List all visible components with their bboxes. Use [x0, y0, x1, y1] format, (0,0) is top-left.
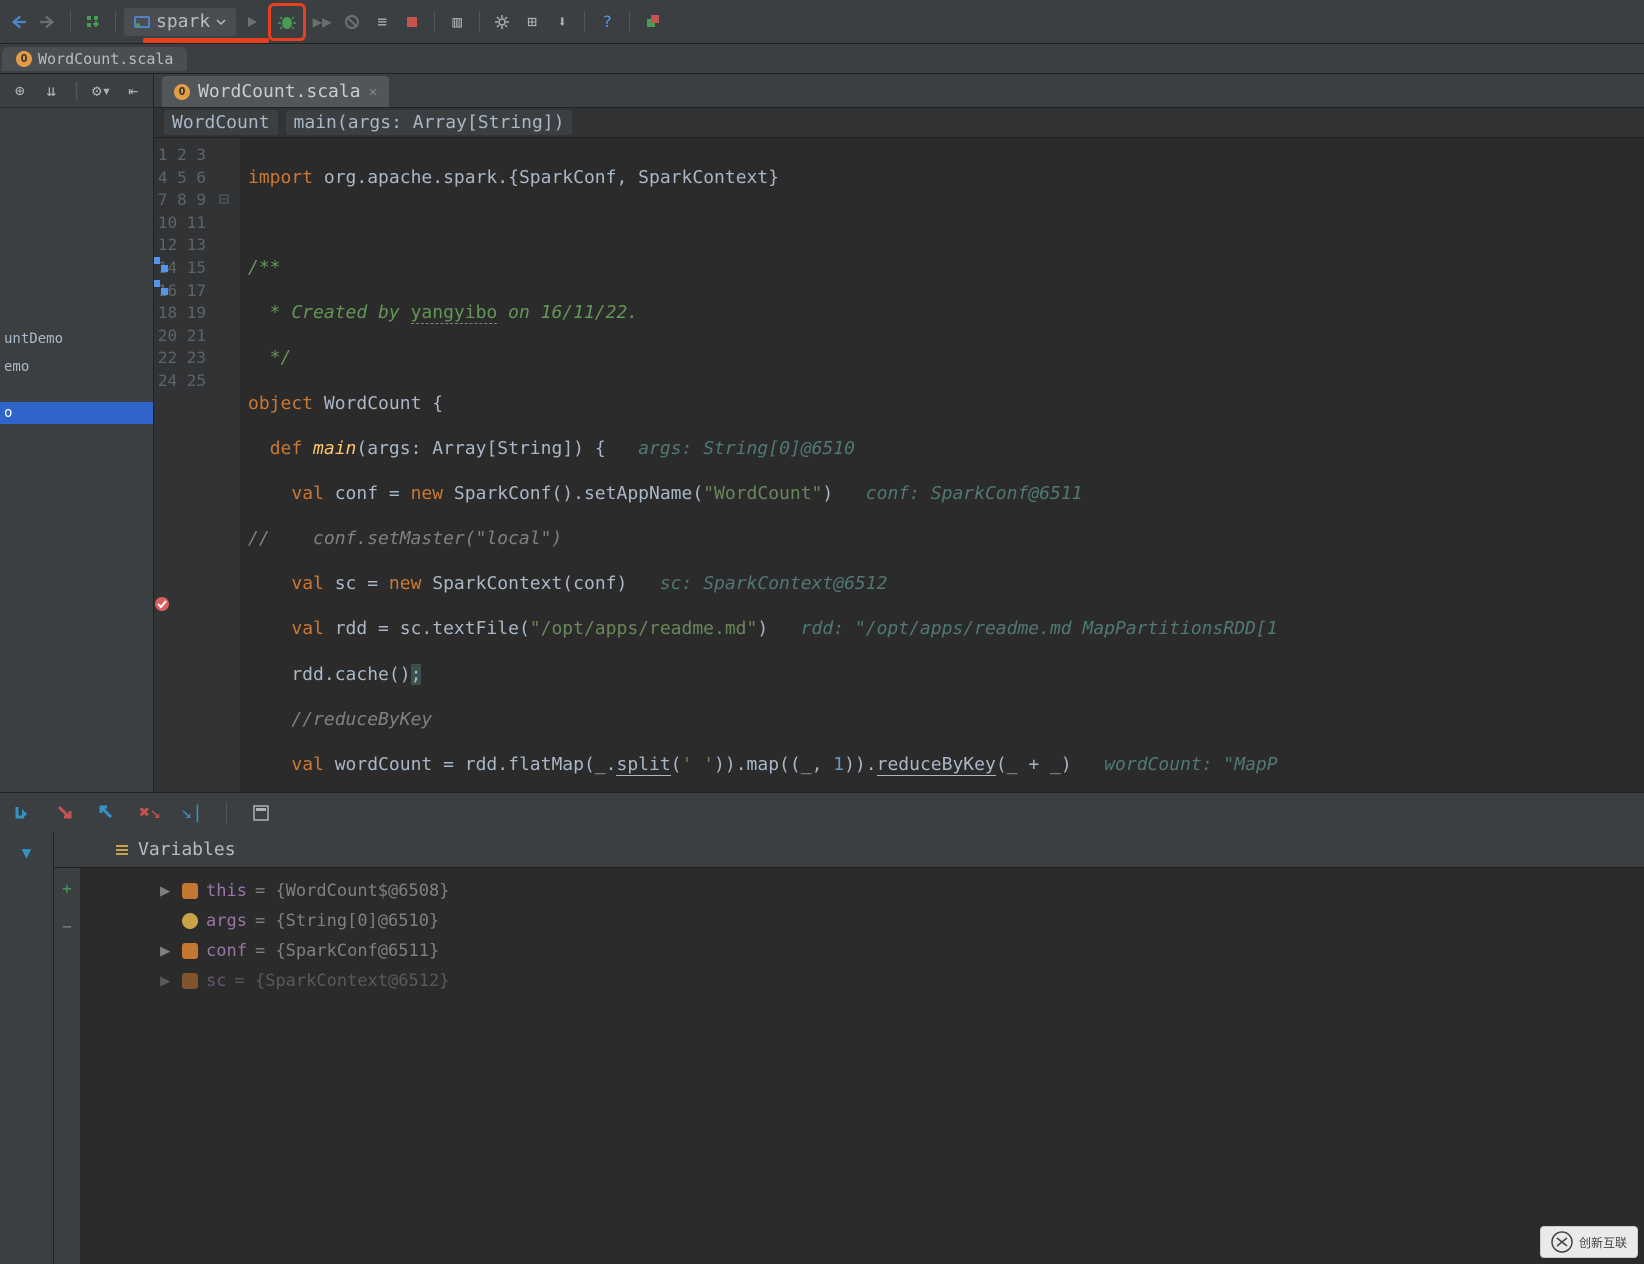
variables-header[interactable]: Variables — [54, 832, 1644, 868]
editor-tabs: O WordCount.scala ✕ — [154, 74, 1644, 108]
editor-tab-label: WordCount.scala — [198, 81, 361, 102]
var-name: sc — [206, 966, 226, 996]
var-icon — [182, 883, 198, 899]
code-lines[interactable]: import org.apache.spark.{SparkConf, Spar… — [240, 138, 1644, 792]
highlight-underline — [143, 38, 269, 43]
debug-button-highlight — [268, 3, 306, 41]
forward-button[interactable] — [34, 8, 62, 36]
nav-breadcrumb: O WordCount.scala — [0, 44, 1644, 74]
variables-tree[interactable]: ▶ this = {WordCount$@6508} args = {Strin… — [80, 868, 449, 1264]
variable-row[interactable]: ▶ sc = {SparkContext@6512} — [160, 966, 449, 996]
fold-icon[interactable] — [210, 189, 230, 209]
run-gutter-icon[interactable] — [154, 256, 170, 276]
crumb-class[interactable]: WordCount — [164, 110, 278, 135]
watermark-text: 创新互联 — [1579, 1234, 1627, 1251]
stop-button[interactable] — [398, 8, 426, 36]
variable-row[interactable]: args = {String[0]@6510} — [160, 906, 449, 936]
coverage-button[interactable]: ▶▶ — [308, 8, 336, 36]
force-step-icon[interactable]: ✖↘ — [136, 799, 164, 827]
watermark: 创新互联 — [1540, 1226, 1638, 1258]
debug-tool-window: ✖↘ ↘| ▼ Variables + − ▶ — [0, 792, 1644, 1264]
project-tree[interactable]: untDemo emo o — [0, 108, 153, 792]
var-value: = {WordCount$@6508} — [255, 876, 449, 906]
debug-side-rail: ▼ — [0, 832, 54, 1264]
tree-item[interactable]: untDemo — [0, 328, 153, 350]
var-value: = {SparkConf@6511} — [255, 936, 439, 966]
var-name: args — [206, 906, 247, 936]
collapse-icon[interactable]: ⇊ — [40, 77, 64, 105]
evaluate-icon[interactable] — [247, 799, 275, 827]
var-name: this — [206, 876, 247, 906]
expand-icon[interactable]: ▶ — [160, 876, 174, 906]
variable-row[interactable]: ▶ this = {WordCount$@6508} — [160, 876, 449, 906]
close-icon[interactable]: ✕ — [369, 84, 377, 100]
run-to-cursor-icon[interactable]: ↘| — [178, 799, 206, 827]
crumb-method[interactable]: main(args: Array[String]) — [286, 110, 573, 135]
var-icon — [182, 943, 198, 959]
plugin-icon[interactable] — [638, 8, 666, 36]
structure-icon[interactable]: ⊞ — [518, 8, 546, 36]
var-icon — [182, 973, 198, 989]
step-out-icon[interactable] — [94, 799, 122, 827]
gear-icon[interactable]: ⚙▾ — [90, 77, 114, 105]
run-gutter-icon[interactable] — [154, 279, 170, 299]
layout-icon[interactable]: ▥ — [443, 8, 471, 36]
scala-file-icon: O — [16, 51, 32, 67]
expand-icon[interactable]: ▶ — [160, 936, 174, 966]
step-over-icon[interactable] — [10, 799, 38, 827]
var-value: = {SparkContext@6512} — [234, 966, 449, 996]
lines-icon[interactable]: ≡ — [368, 8, 396, 36]
remove-watch-icon[interactable]: − — [53, 912, 81, 940]
debug-button[interactable] — [273, 8, 301, 36]
var-value: = {String[0]@6510} — [255, 906, 439, 936]
download-icon[interactable]: ⬇ — [548, 8, 576, 36]
code-editor[interactable]: 1 2 3 4 5 6 7 8 9 10 11 12 13 14 15 16 1… — [154, 138, 1644, 792]
var-name: conf — [206, 936, 247, 966]
var-icon — [182, 913, 198, 929]
scala-file-icon: O — [174, 84, 190, 100]
expand-icon[interactable]: ▶ — [160, 966, 174, 996]
run-config-label: spark — [156, 11, 210, 32]
gutter[interactable]: 1 2 3 4 5 6 7 8 9 10 11 12 13 14 15 16 1… — [154, 138, 240, 792]
filter-icon[interactable]: ▼ — [13, 838, 41, 866]
help-icon[interactable]: ? — [593, 8, 621, 36]
main-toolbar: spark ▶▶ ≡ ▥ ⊞ ⬇ ? — [0, 0, 1644, 44]
step-into-icon[interactable] — [52, 799, 80, 827]
back-button[interactable] — [4, 8, 32, 36]
hide-icon[interactable]: ⇤ — [121, 77, 145, 105]
add-watch-icon[interactable]: + — [53, 874, 81, 902]
debug-step-toolbar: ✖↘ ↘| — [0, 792, 1644, 832]
editor-breadcrumb[interactable]: WordCount main(args: Array[String]) — [154, 108, 1644, 138]
variable-row[interactable]: ▶ conf = {SparkConf@6511} — [160, 936, 449, 966]
breadcrumb-file-label: WordCount.scala — [38, 50, 173, 68]
editor-tab[interactable]: O WordCount.scala ✕ — [162, 76, 389, 107]
variables-title: Variables — [138, 839, 236, 860]
make-button[interactable] — [79, 8, 107, 36]
project-tool-window: ⊕ ⇊ | ⚙▾ ⇤ untDemo emo o — [0, 74, 154, 792]
stop2-button[interactable] — [338, 8, 366, 36]
tree-item[interactable]: emo — [0, 356, 153, 378]
breadcrumb-file[interactable]: O WordCount.scala — [2, 47, 187, 71]
settings-icon[interactable] — [488, 8, 516, 36]
run-configuration-dropdown[interactable]: spark — [124, 8, 236, 36]
tree-item[interactable]: o — [0, 402, 153, 424]
breakpoint-icon[interactable] — [154, 596, 170, 616]
run-button[interactable] — [238, 8, 266, 36]
target-icon[interactable]: ⊕ — [8, 77, 32, 105]
